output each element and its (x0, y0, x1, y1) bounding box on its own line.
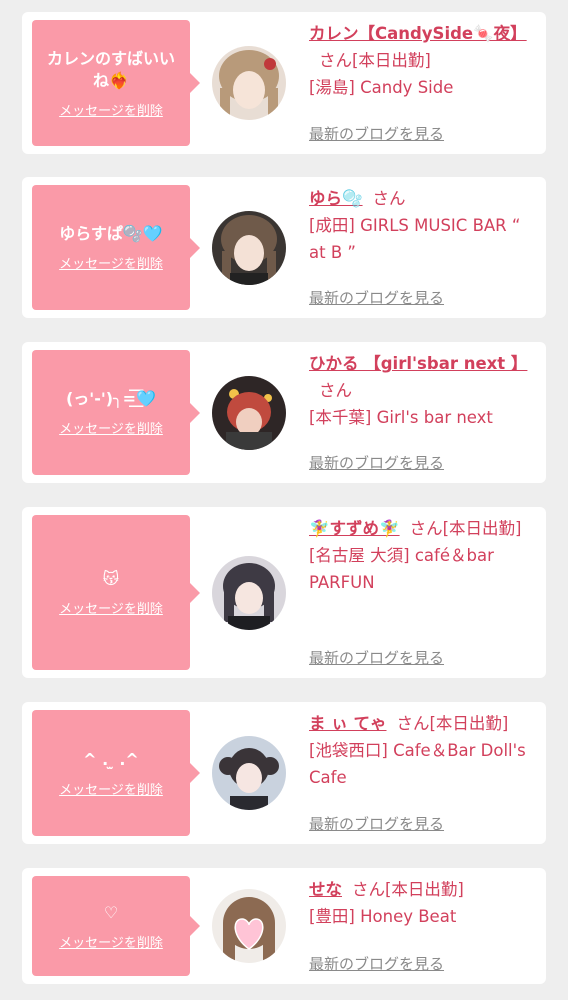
message-text: ♡ (103, 902, 119, 922)
shop-location: [名古屋 大須] café＆bar PARFUN (309, 546, 494, 592)
message-text: (っ'-')╮=͟͟͞͞🩵 (65, 389, 157, 408)
message-text: 😽 (102, 569, 120, 588)
latest-blog-link[interactable]: 最新のブログを見る (309, 287, 444, 308)
cast-info: ゆら🫧 さん [成田] GIRLS MUSIC BAR “ at B ” (309, 185, 538, 266)
list-item: ^ . ̫ .^ メッセージを削除 ま ぃ てゃ さん[本日出勤] [池袋西口] … (22, 702, 546, 844)
cast-name-link[interactable]: ま ぃ てゃ (309, 714, 387, 733)
delete-message-link[interactable]: メッセージを削除 (59, 100, 163, 119)
delete-message-link[interactable]: メッセージを削除 (59, 598, 163, 617)
message-text: ゆらすぱ🫧🩵 (59, 224, 163, 243)
list-item: カレンのすばいいね❤️‍🔥 メッセージを削除 カレン【CandySide🍬夜】さ… (22, 12, 546, 154)
avatar-photo (212, 211, 286, 285)
avatar-photo (212, 46, 286, 120)
honorific: さん (396, 714, 430, 733)
message-bubble: ゆらすぱ🫧🩵 メッセージを削除 (32, 185, 200, 310)
avatar[interactable] (212, 736, 286, 810)
shop-location: [成田] GIRLS MUSIC BAR “ at B ” (309, 216, 521, 262)
message-bubble: ♡ メッセージを削除 (32, 876, 200, 976)
cast-info: カレン【CandySide🍬夜】さん[本日出勤] [湯島] Candy Side (309, 20, 538, 101)
shop-location: [池袋西口] Cafe＆Bar Doll's Cafe (309, 741, 526, 787)
avatar-photo (212, 556, 286, 630)
avatar-photo (212, 376, 286, 450)
message-bubble: カレンのすばいいね❤️‍🔥 メッセージを削除 (32, 20, 200, 146)
cast-name-link[interactable]: カレン【CandySide🍬夜】 (309, 24, 527, 43)
message-text: ^ . ̫ .^ (83, 749, 139, 769)
list-item: ゆらすぱ🫧🩵 メッセージを削除 ゆら🫧 さん [成田] GIRLS MUSIC B… (22, 177, 546, 318)
avatar-photo (212, 889, 286, 963)
shop-location: [湯島] Candy Side (309, 78, 454, 97)
cast-info: ま ぃ てゃ さん[本日出勤] [池袋西口] Cafe＆Bar Doll's Ca… (309, 710, 538, 791)
delete-message-link[interactable]: メッセージを削除 (59, 932, 163, 951)
honorific: さん (319, 381, 352, 400)
latest-blog-link[interactable]: 最新のブログを見る (309, 953, 444, 974)
avatar[interactable] (212, 211, 286, 285)
avatar[interactable] (212, 556, 286, 630)
honorific: さん (409, 519, 443, 538)
status-badge: [本日出勤] (442, 519, 522, 538)
avatar-photo (212, 736, 286, 810)
delete-message-link[interactable]: メッセージを削除 (59, 418, 163, 437)
status-badge: [本日出勤] (429, 714, 509, 733)
list-item: 😽 メッセージを削除 🧚‍♀️すずめ🧚‍♀️ さん[本日出勤] [名古屋 大須] … (22, 507, 546, 678)
message-list: カレンのすばいいね❤️‍🔥 メッセージを削除 カレン【CandySide🍬夜】さ… (0, 0, 568, 1000)
avatar[interactable] (212, 889, 286, 963)
cast-name-link[interactable]: ひかる 【girl'sbar next 】 (309, 354, 527, 373)
message-bubble: ^ . ̫ .^ メッセージを削除 (32, 710, 200, 836)
shop-location: [本千葉] Girl's bar next (309, 408, 493, 427)
cast-info: せな さん[本日出勤] [豊田] Honey Beat (309, 876, 538, 930)
status-badge: [本日出勤] (385, 880, 464, 899)
shop-location: [豊田] Honey Beat (309, 907, 457, 926)
latest-blog-link[interactable]: 最新のブログを見る (309, 647, 444, 668)
cast-name-link[interactable]: せな (309, 880, 342, 899)
cast-info: ひかる 【girl'sbar next 】さん [本千葉] Girl's bar… (309, 350, 538, 431)
status-badge: [本日出勤] (352, 51, 431, 70)
cast-name-link[interactable]: ゆら🫧 (309, 189, 363, 208)
delete-message-link[interactable]: メッセージを削除 (59, 779, 163, 798)
avatar[interactable] (212, 46, 286, 120)
latest-blog-link[interactable]: 最新のブログを見る (309, 813, 444, 834)
message-bubble: 😽 メッセージを削除 (32, 515, 200, 670)
latest-blog-link[interactable]: 最新のブログを見る (309, 452, 444, 473)
avatar[interactable] (212, 376, 286, 450)
message-text: カレンのすばいいね❤️‍🔥 (46, 48, 175, 90)
cast-name-link[interactable]: 🧚‍♀️すずめ🧚‍♀️ (309, 519, 400, 538)
honorific: さん (372, 189, 406, 208)
list-item: (っ'-')╮=͟͟͞͞🩵 メッセージを削除 ひかる 【girl'sbar ne… (22, 342, 546, 483)
honorific: さん (352, 880, 385, 899)
list-item: ♡ メッセージを削除 せな さん[本日出勤] [豊田] Honey Beat 最新… (22, 868, 546, 984)
latest-blog-link[interactable]: 最新のブログを見る (309, 123, 444, 144)
delete-message-link[interactable]: メッセージを削除 (59, 253, 163, 272)
message-bubble: (っ'-')╮=͟͟͞͞🩵 メッセージを削除 (32, 350, 200, 475)
cast-info: 🧚‍♀️すずめ🧚‍♀️ さん[本日出勤] [名古屋 大須] café＆bar PA… (309, 515, 538, 596)
honorific: さん (319, 51, 352, 70)
